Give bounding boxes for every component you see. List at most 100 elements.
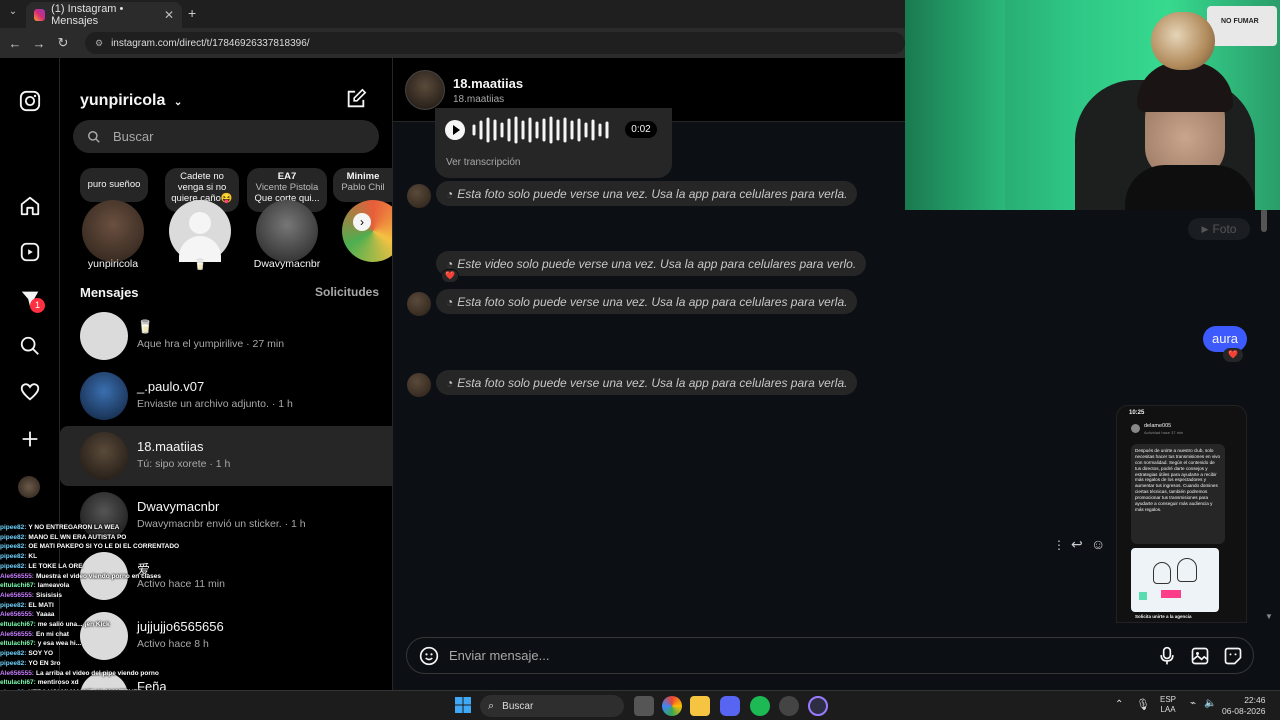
site-info-icon[interactable]: ⚙ (95, 38, 103, 49)
story-avatar[interactable] (169, 200, 231, 262)
chat-line: Ale656555: Sisisisis (0, 591, 270, 601)
discord-icon[interactable] (720, 696, 740, 716)
url-field[interactable]: ⚙ instagram.com/direct/t/178469263378183… (85, 32, 905, 54)
obs-icon[interactable] (808, 696, 828, 716)
browser-tab[interactable]: (1) Instagram • Mensajes ✕ (26, 2, 182, 28)
clock[interactable]: 22:46 06-08-2026 (1222, 695, 1265, 717)
instagram-logo-icon[interactable] (18, 90, 42, 114)
thread-item[interactable]: 🥛 Aque hra el yumpirilive · 27 min (60, 306, 392, 366)
photo-attachment-button[interactable]: ▶ Foto (1188, 218, 1250, 240)
chat-username: eltulachi67: (0, 621, 36, 629)
chat-line: pipee82: MANO EL WN ERA AUTISTA PO (0, 533, 270, 543)
search-icon[interactable] (18, 335, 42, 359)
view-once-icon: ◔ (446, 186, 454, 201)
my-message-bubble[interactable]: aura (1203, 326, 1247, 352)
reload-icon[interactable]: ↻ (51, 35, 75, 51)
emoji-react-icon[interactable]: ☺ (1091, 536, 1105, 552)
reply-icon[interactable]: ↩ (1071, 536, 1083, 553)
chat-username: pipee82: (0, 533, 27, 541)
chat-message: me salió una... ¡en Kick (37, 621, 110, 629)
next-stories-icon[interactable]: › (353, 213, 371, 231)
taskbar-search[interactable]: ⌕ Buscar (480, 695, 624, 717)
conversation-avatar[interactable] (405, 70, 445, 110)
chrome-icon[interactable] (662, 696, 682, 716)
heart-reaction[interactable]: ❤️ (1223, 348, 1243, 362)
scroll-down-icon[interactable]: ▼ (1265, 612, 1273, 621)
search-icon (88, 130, 100, 143)
view-once-photo-message[interactable]: ◔ Esta foto solo puede verse una vez. Us… (436, 289, 858, 314)
microphone-icon[interactable] (1157, 646, 1177, 671)
view-once-photo-message[interactable]: ◔ Esta foto solo puede verse una vez. Us… (436, 181, 858, 206)
chat-line: Ale656555: Yaaaa (0, 610, 270, 620)
story-avatar[interactable] (256, 200, 318, 262)
file-explorer-icon[interactable] (690, 696, 710, 716)
chat-line: pipee82: SOY YO (0, 649, 270, 659)
create-icon[interactable] (18, 428, 42, 452)
message-input[interactable]: Enviar mensaje... (449, 648, 549, 663)
tray-chevron-icon[interactable]: ⌃ (1115, 699, 1123, 710)
sender-avatar[interactable] (407, 373, 431, 397)
reels-icon[interactable] (18, 241, 42, 265)
sender-avatar[interactable] (407, 292, 431, 316)
play-icon[interactable] (445, 120, 465, 140)
more-options-icon[interactable]: ⋮ (1053, 538, 1065, 552)
conversation-name[interactable]: 18.maatiias (453, 76, 523, 91)
back-icon[interactable]: ← (3, 36, 27, 51)
shared-screenshot-image[interactable]: 10:25 delame005 Actividad hace 37 min De… (1116, 405, 1247, 623)
chat-username: eltulachi67: (0, 582, 36, 590)
forward-icon[interactable]: → (27, 36, 51, 51)
network-icon[interactable]: ⌁ (1190, 698, 1196, 709)
inbox-username[interactable]: yunpiricola ⌄ (80, 92, 182, 110)
chat-message: Y NO ENTREGARON LA WEA (28, 524, 120, 531)
conversation-handle: 18.maatiias (453, 94, 505, 105)
transcript-link[interactable]: Ver transcripción (446, 157, 520, 168)
webcam-overlay: NO FUMAR (905, 0, 1280, 210)
tab-list-icon[interactable]: ⌄ (4, 6, 22, 22)
home-icon[interactable] (18, 195, 42, 219)
volume-icon[interactable]: 🔈 (1204, 698, 1216, 709)
note-bubble[interactable]: puro sueñoo (80, 168, 148, 202)
story-avatar[interactable] (342, 200, 392, 262)
story-name: Dwavymacnbr (253, 258, 321, 270)
heart-icon[interactable] (18, 381, 42, 405)
screenshot-illustration (1131, 548, 1219, 612)
heart-reaction[interactable]: ❤️ (441, 269, 459, 283)
view-once-video-message[interactable]: ◔ Este video solo puede verse una vez. U… (436, 251, 867, 276)
note-bubble[interactable]: Minime Pablo Chil (333, 168, 392, 202)
view-once-photo-message[interactable]: ◔ Esta foto solo puede verse una vez. Us… (436, 370, 858, 395)
play-icon: ▶ (1201, 223, 1209, 234)
chat-line: Ale656555: La arriba el video del pipe vi… (0, 669, 270, 679)
task-view-icon[interactable] (634, 696, 654, 716)
thread-name: Dwavymacnbr (137, 499, 220, 514)
thread-name: _.paulo.v07 (137, 379, 205, 394)
image-upload-icon[interactable] (1190, 646, 1210, 671)
emoji-icon[interactable] (419, 646, 439, 671)
chat-username: pipee82: (0, 524, 27, 531)
tray-mic-icon[interactable]: 🎙 (1136, 698, 1150, 711)
conversation-scrollbar[interactable] (1261, 208, 1267, 232)
chat-message: KL (28, 553, 38, 561)
compose-icon[interactable] (345, 88, 367, 115)
steam-icon[interactable] (779, 696, 799, 716)
sender-avatar[interactable] (407, 184, 431, 208)
spotify-icon[interactable] (750, 696, 770, 716)
chat-message: OE MATI PAKEPO SI YO LE DI EL CORRENTADO (28, 543, 180, 551)
sticker-icon[interactable] (1223, 646, 1243, 671)
new-tab-button[interactable]: + (188, 5, 196, 21)
windows-start-icon[interactable] (454, 696, 474, 716)
webcam-door (905, 0, 1005, 210)
thread-item[interactable]: _.paulo.v07 Enviaste un archivo adjunto.… (60, 366, 392, 426)
messages-icon[interactable]: 1 (18, 288, 45, 313)
thread-item-active[interactable]: 18.maatiias Tú: sipo xorete · 1 h (60, 426, 392, 486)
search-icon: ⌕ (488, 699, 495, 712)
profile-avatar[interactable] (18, 476, 40, 498)
chat-username: Ale656555: (0, 611, 34, 619)
search-input[interactable]: Buscar (73, 120, 379, 153)
screenshot-activity: Actividad hace 37 min (1144, 430, 1184, 435)
audio-message[interactable]: 0:02 Ver transcripción (435, 108, 672, 178)
tab-close-icon[interactable]: ✕ (164, 8, 174, 22)
chat-username: Ale656555: (0, 630, 34, 638)
language-indicator[interactable]: ESP LAA (1160, 695, 1176, 715)
requests-link[interactable]: Solicitudes (315, 285, 379, 299)
story-avatar[interactable] (82, 200, 144, 262)
